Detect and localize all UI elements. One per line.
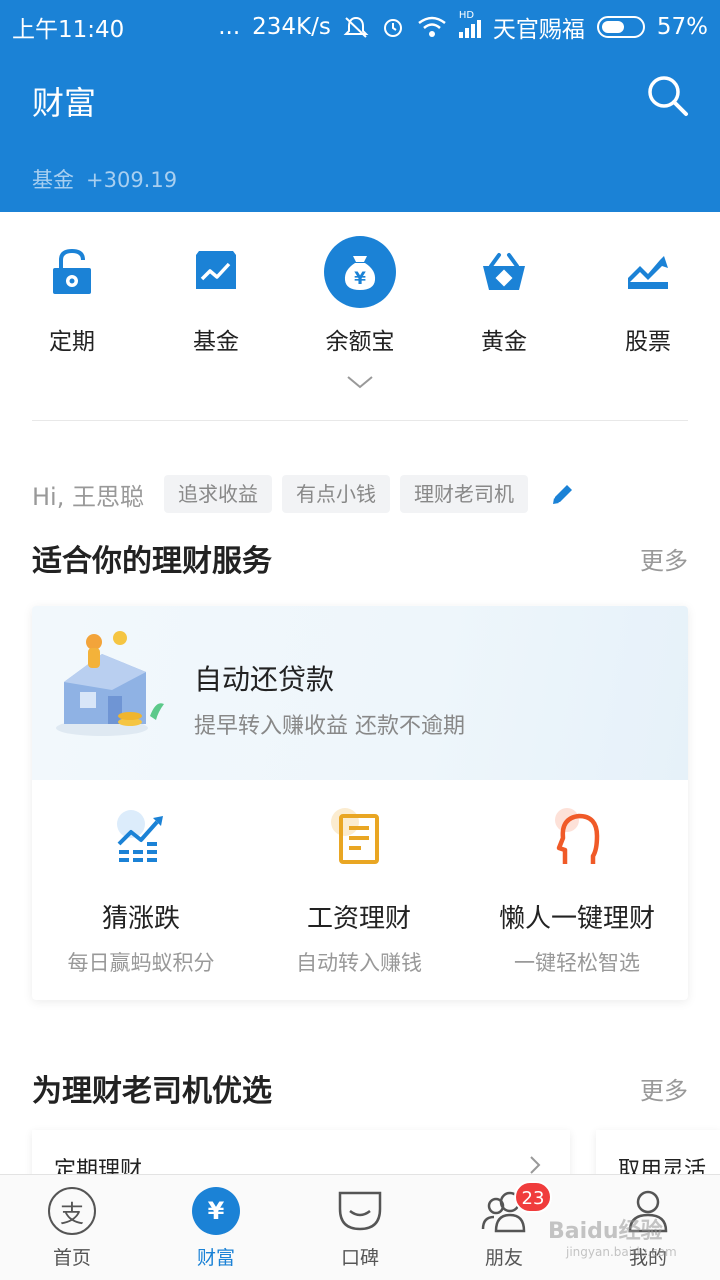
quick-item-dingqi[interactable]: 定期 — [17, 236, 127, 356]
house-illustration — [56, 631, 164, 736]
hd-label: HD — [458, 10, 475, 21]
document-icon — [331, 808, 379, 864]
bottom-tab-bar: 支 首页 ¥ 财富 口碑 朋友 23 我的 Baidu经验 jingyan.ba… — [0, 1174, 720, 1280]
quick-item-gupiao[interactable]: 股票 — [593, 236, 703, 356]
mute-icon — [343, 16, 369, 38]
tag-chip[interactable]: 理财老司机 — [399, 475, 528, 513]
more-link[interactable]: 更多 — [640, 541, 688, 576]
wifi-icon — [418, 16, 446, 37]
quick-item-label: 定期 — [49, 329, 95, 355]
carrier-name: 天官赐福 — [492, 17, 585, 43]
watermark-logo: Baidu经验 — [548, 1219, 663, 1244]
lock-icon — [36, 236, 108, 308]
wealth-header: 财富 基金 +309.19 — [0, 48, 720, 212]
divider — [32, 420, 688, 421]
signal-icon: HD — [458, 10, 481, 38]
wealth-glyph: ¥ — [207, 1197, 225, 1225]
service-subtitle: 一键轻松智选 — [514, 951, 640, 975]
quick-item-label: 黄金 — [481, 329, 527, 355]
tab-label: 财富 — [196, 1247, 235, 1269]
battery-icon — [596, 16, 645, 38]
quick-item-label: 余额宝 — [325, 329, 395, 355]
auto-repay-banner[interactable]: 自动还贷款 提早转入赚收益 还款不逾期 — [32, 606, 688, 780]
alipay-glyph: 支 — [60, 1199, 84, 1228]
banner-subtitle: 提早转入赚收益 还款不逾期 — [194, 714, 465, 739]
quick-item-yuebao[interactable]: ¥ 余额宝 — [305, 236, 415, 356]
tab-home[interactable]: 支 首页 — [22, 1187, 122, 1270]
wealth-icon: ¥ — [192, 1187, 240, 1235]
yuebao-icon: ¥ — [324, 236, 396, 308]
tab-koubei[interactable]: 口碑 — [310, 1187, 410, 1270]
service-subtitle: 自动转入赚钱 — [296, 951, 422, 975]
service-title: 懒人一键理财 — [498, 904, 655, 934]
quick-entries: 定期 基金 ¥ 余额宝 黄金 股票 — [0, 236, 720, 356]
fund-summary[interactable]: 基金 +309.19 — [32, 164, 177, 194]
tab-label: 首页 — [52, 1247, 91, 1269]
tab-friends[interactable]: 朋友 23 — [454, 1181, 554, 1270]
greeting-row: Hi, 王思聪 追求收益 有点小钱 理财老司机 — [32, 474, 576, 514]
page-title: 财富 — [32, 84, 97, 122]
status-right: ... 234K/s HD 天官赐福 57% — [218, 10, 708, 44]
koubei-icon — [338, 1191, 382, 1231]
tag-chip[interactable]: 追求收益 — [163, 475, 272, 513]
gold-icon — [468, 236, 540, 308]
more-link[interactable]: 更多 — [640, 1071, 688, 1106]
chevron-down-icon[interactable] — [346, 374, 374, 390]
search-icon[interactable] — [644, 72, 690, 118]
service-title: 猜涨跌 — [101, 904, 180, 934]
chevron-right-icon — [530, 1156, 541, 1174]
quick-item-jijin[interactable]: 基金 — [161, 236, 271, 356]
tag-chip[interactable]: 有点小钱 — [281, 475, 390, 513]
stock-icon — [612, 236, 684, 308]
section-title: 为理财老司机优选 — [32, 1074, 272, 1109]
service-subtitle: 每日赢蚂蚁积分 — [67, 951, 215, 975]
notification-badge: 23 — [514, 1181, 552, 1213]
quick-item-label: 股票 — [625, 329, 671, 355]
fund-value: +309.19 — [86, 168, 178, 192]
network-speed: 234K/s — [252, 14, 331, 40]
fund-chart-icon — [180, 236, 252, 308]
watermark-url: jingyan.baidu.com — [566, 1245, 677, 1259]
services-card: 自动还贷款 提早转入赚收益 还款不逾期 猜涨跌 每日赢蚂蚁积分 工资理财 自动转… — [32, 606, 688, 1000]
tab-wealth[interactable]: ¥ 财富 — [166, 1187, 266, 1270]
tab-label: 朋友 — [484, 1247, 523, 1269]
service-title: 工资理财 — [306, 904, 411, 934]
yuan-glyph: ¥ — [354, 269, 366, 289]
trend-chart-icon — [117, 810, 163, 862]
product-card[interactable]: 取用灵活 — [596, 1130, 720, 1180]
status-bar: 上午11:40 ... 234K/s HD 天官赐福 57% — [0, 0, 720, 48]
alipay-icon: 支 — [48, 1187, 96, 1235]
quick-item-huangjin[interactable]: 黄金 — [449, 236, 559, 356]
fund-label: 基金 — [32, 168, 74, 192]
quick-item-label: 基金 — [193, 329, 239, 355]
service-salary[interactable]: 工资理财 自动转入赚钱 — [250, 806, 468, 977]
head-icon — [555, 808, 600, 864]
tab-label: 口碑 — [340, 1247, 379, 1269]
alarm-icon — [383, 19, 402, 37]
banner-title: 自动还贷款 — [194, 663, 335, 696]
battery-percent: 57% — [656, 14, 708, 40]
status-dots: ... — [218, 14, 241, 40]
product-card[interactable]: 定期理财 — [32, 1130, 570, 1180]
greeting-name: Hi, 王思聪 — [32, 482, 144, 511]
service-cai-zhang-die[interactable]: 猜涨跌 每日赢蚂蚁积分 — [32, 806, 250, 977]
status-time: 上午11:40 — [12, 17, 125, 43]
service-lazy-invest[interactable]: 懒人一键理财 一键轻松智选 — [468, 806, 686, 977]
section-title: 适合你的理财服务 — [32, 544, 272, 579]
edit-pencil-icon[interactable] — [550, 481, 576, 507]
